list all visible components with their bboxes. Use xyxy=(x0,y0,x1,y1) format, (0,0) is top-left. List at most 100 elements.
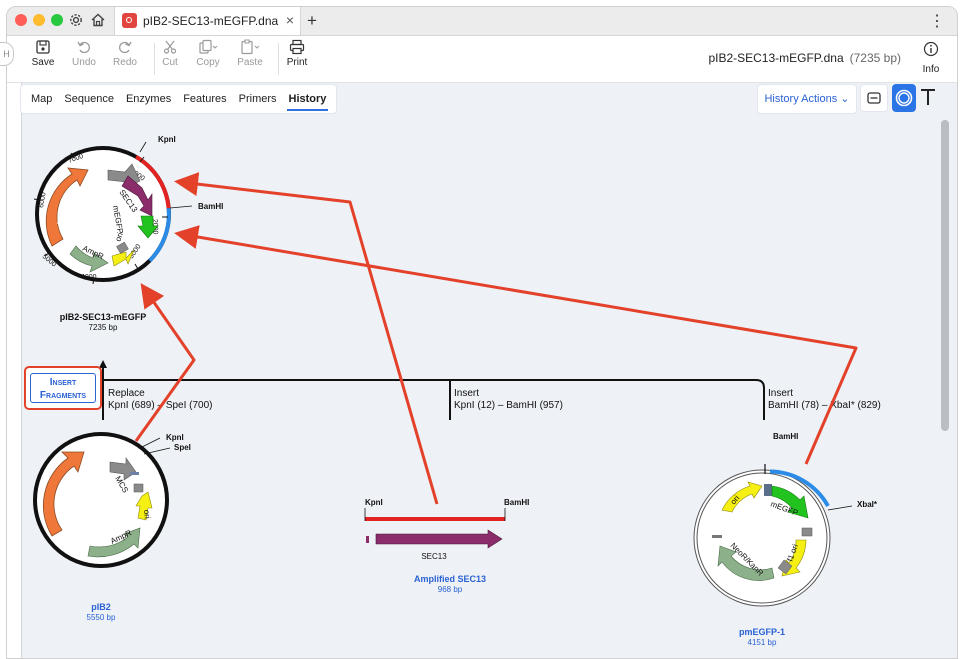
snapgene-file-icon xyxy=(122,13,137,28)
history-diagram: 1000 2000 3000 4000 5000 6000 7000 PpHIS… xyxy=(33,135,881,647)
print-button[interactable]: Print xyxy=(276,39,318,68)
info-icon xyxy=(923,41,939,57)
feature-box xyxy=(133,483,144,493)
site-kpni[interactable]: KpnI xyxy=(365,498,383,507)
paste-icon xyxy=(241,39,260,55)
home-icon[interactable] xyxy=(89,12,107,30)
redo-label: Redo xyxy=(113,57,137,68)
circular-map-view-button[interactable] xyxy=(892,84,916,112)
source-name[interactable]: pmEGFP-1 xyxy=(739,627,785,637)
operation-type: Insert xyxy=(768,388,793,399)
linear-map-view-button[interactable] xyxy=(860,84,888,112)
circular-map-icon xyxy=(895,89,913,107)
title-bar: pIB2-SEC13-mEGFP.dna × + ⋮ xyxy=(7,7,957,36)
minimize-window-button[interactable] xyxy=(33,14,45,26)
site-kpni[interactable]: KpnI xyxy=(166,433,184,442)
history-tree xyxy=(102,366,765,420)
redo-icon xyxy=(119,41,132,54)
feature-box xyxy=(764,484,772,496)
action-label-line: Fragments xyxy=(39,390,87,401)
undo-label: Undo xyxy=(72,57,96,68)
feature-label: SEC13 xyxy=(421,552,447,561)
paste-button[interactable]: Paste xyxy=(229,39,271,68)
redo-button[interactable]: Redo xyxy=(104,39,146,68)
undo-button[interactable]: Undo xyxy=(63,39,105,68)
cut-button[interactable]: Cut xyxy=(149,39,191,68)
toolbar: Save Undo Redo Cut Copy Paste Print pIB2… xyxy=(7,36,957,83)
source-name[interactable]: Amplified SEC13 xyxy=(414,574,486,584)
history-actions-label: History Actions xyxy=(764,93,838,105)
product-plasmid-map[interactable]: 1000 2000 3000 4000 5000 6000 7000 PpHIS… xyxy=(33,135,223,285)
source-size: 4151 bp xyxy=(748,638,777,647)
source-name[interactable]: pIB2 xyxy=(91,602,111,612)
linear-map-icon xyxy=(867,92,881,104)
tab-sequence[interactable]: Sequence xyxy=(58,85,120,113)
print-label: Print xyxy=(286,57,308,68)
text-view-button[interactable] xyxy=(917,84,939,112)
save-icon xyxy=(36,40,50,54)
annotation-arrow xyxy=(174,225,858,465)
source-size: 968 bp xyxy=(438,585,463,594)
operation-detail: KpnI (12) – BamHI (957) xyxy=(454,400,563,411)
sec13-feature[interactable] xyxy=(375,529,503,549)
feature-box xyxy=(366,536,369,543)
product-name: pIB2-SEC13-mEGFP xyxy=(60,312,147,322)
operation-type: Replace xyxy=(108,388,145,399)
action-label-line: Insert xyxy=(49,377,77,388)
copy-icon xyxy=(199,39,218,54)
scissors-icon xyxy=(163,40,177,54)
operation-detail: BamHI (78) – XbaI* (829) xyxy=(768,400,881,411)
copy-button[interactable]: Copy xyxy=(187,39,229,68)
cut-label: Cut xyxy=(162,57,178,68)
insert-fragments-action[interactable]: Insert Fragments xyxy=(24,366,102,410)
source-plasmid-pmegfp1[interactable]: BamHI XbaI* ori mEGFP f1 ori NeoR/KanR xyxy=(693,432,878,607)
text-icon xyxy=(921,89,935,105)
file-size: (7235 bp) xyxy=(849,51,901,65)
tab-enzymes[interactable]: Enzymes xyxy=(120,85,177,113)
site-spei[interactable]: SpeI xyxy=(174,443,191,452)
site-bamhi[interactable]: BamHI xyxy=(198,202,223,211)
feature-box xyxy=(801,527,813,537)
printer-icon xyxy=(289,39,305,55)
info-label: Info xyxy=(922,64,940,75)
gear-icon[interactable] xyxy=(67,12,85,30)
save-button[interactable]: Save xyxy=(22,39,64,68)
maximize-window-button[interactable] xyxy=(51,14,63,26)
source-size: 5550 bp xyxy=(87,613,116,622)
chevron-down-icon: ⌄ xyxy=(840,93,850,105)
feature-label: ori xyxy=(142,509,152,519)
copy-label: Copy xyxy=(196,57,220,68)
annotation-arrows xyxy=(134,172,858,505)
site-xbai[interactable]: XbaI* xyxy=(857,500,878,509)
tab-map[interactable]: Map xyxy=(25,85,58,113)
tick-label: 4000 xyxy=(81,274,97,281)
tab-primers[interactable]: Primers xyxy=(233,85,283,113)
history-actions-dropdown[interactable]: History Actions ⌄ xyxy=(757,84,857,114)
mcs-feature[interactable] xyxy=(130,472,139,475)
source-fragment-sec13[interactable]: KpnI BamHI SEC13 xyxy=(364,498,529,561)
annotation-arrow xyxy=(134,283,196,442)
document-tab[interactable]: pIB2-SEC13-mEGFP.dna × xyxy=(114,7,301,35)
document-tab-title: pIB2-SEC13-mEGFP.dna xyxy=(143,14,279,28)
new-tab-button[interactable]: + xyxy=(307,11,317,31)
site-bamhi[interactable]: BamHI xyxy=(773,432,798,441)
file-name: pIB2-SEC13-mEGFP.dna xyxy=(708,51,844,65)
annotation-arrow xyxy=(174,172,439,505)
site-bamhi[interactable]: BamHI xyxy=(504,498,529,507)
feature-box xyxy=(712,535,722,538)
operation-type: Insert xyxy=(454,388,479,399)
site-kpni[interactable]: KpnI xyxy=(158,135,176,144)
paste-label: Paste xyxy=(237,57,263,68)
vertical-scrollbar[interactable] xyxy=(941,120,949,431)
file-info: pIB2-SEC13-mEGFP.dna (7235 bp) xyxy=(708,51,901,65)
close-window-button[interactable] xyxy=(15,14,27,26)
window-menu-button[interactable]: ⋮ xyxy=(929,11,945,31)
product-size: 7235 bp xyxy=(89,323,118,332)
info-button[interactable]: Info xyxy=(917,41,945,75)
save-label: Save xyxy=(31,57,55,68)
tab-history[interactable]: History xyxy=(283,85,333,113)
fragment-bar xyxy=(365,517,505,521)
source-plasmid-pib2[interactable]: PpHIS4 MCS ori AmpR KpnI SpeI xyxy=(33,432,191,568)
close-tab-button[interactable]: × xyxy=(286,12,294,28)
tab-features[interactable]: Features xyxy=(177,85,232,113)
